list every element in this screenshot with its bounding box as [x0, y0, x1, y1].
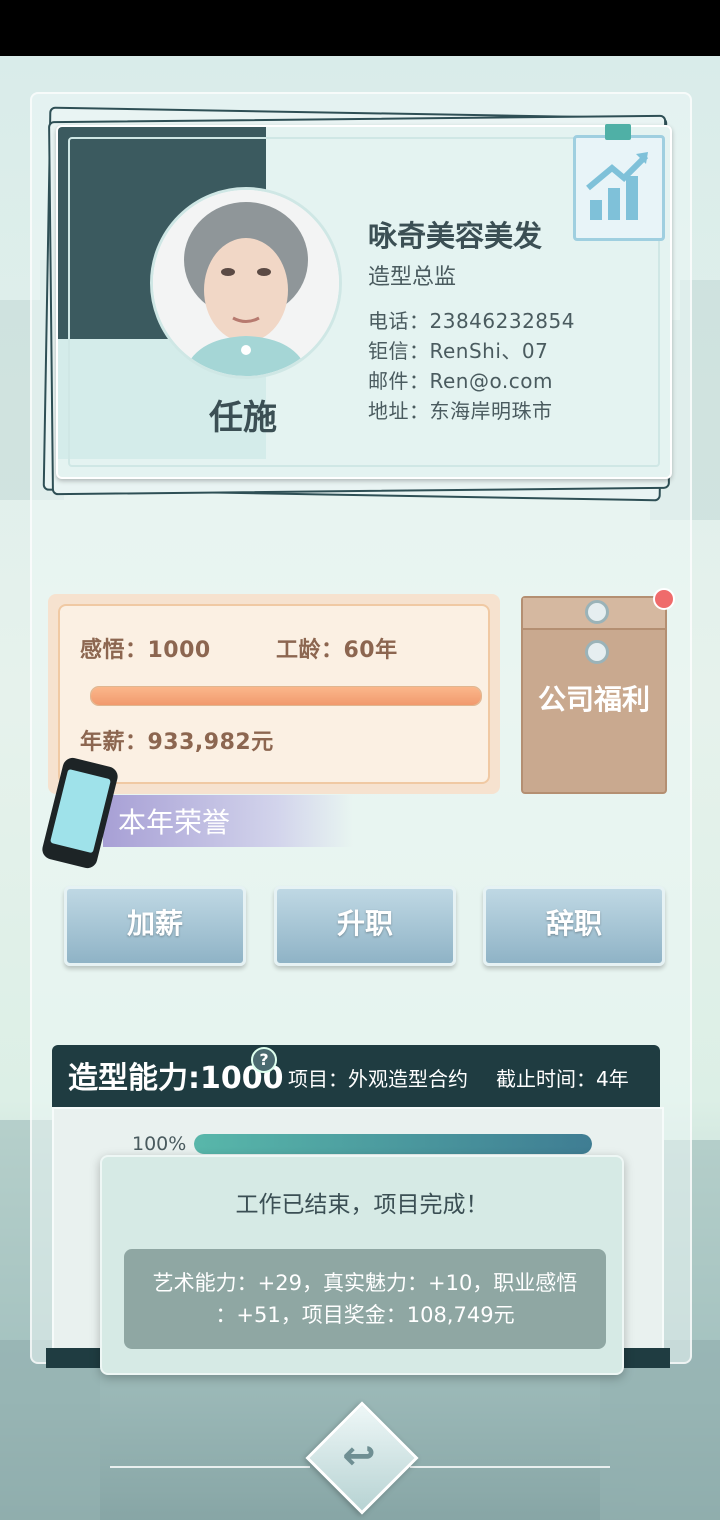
project-deadline: 截止时间：4年	[496, 1067, 629, 1091]
progress-percent: 100%	[132, 1133, 187, 1155]
person-name: 任施	[209, 398, 277, 438]
return-arrow-icon: ↩	[342, 1433, 376, 1479]
decorative-line-right	[410, 1466, 610, 1468]
result-box: 艺术能力：+29，真实魅力：+10，职业感悟 ：+51，项目奖金：108,749…	[124, 1249, 606, 1349]
promote-label: 升职	[336, 907, 393, 940]
avatar[interactable]	[150, 187, 342, 379]
result-popup[interactable]: 工作已结束，项目完成！ 艺术能力：+29，真实魅力：+10，职业感悟 ：+51，…	[100, 1155, 624, 1375]
trending-up-chart-icon	[586, 152, 649, 220]
decorative-line-left	[110, 1466, 310, 1468]
stats-bar-fill	[91, 687, 481, 705]
clipboard-clip	[605, 124, 631, 140]
company-welfare-button[interactable]: 公司福利	[521, 588, 675, 794]
address-info: 地址：东海岸明珠市	[368, 399, 553, 423]
promote-button[interactable]: 升职	[274, 886, 456, 966]
phone-info: 电话：23846232854	[368, 309, 575, 333]
result-line-1: 艺术能力：+29，真实魅力：+10，职业感悟	[152, 1271, 578, 1295]
portrait-icon	[153, 190, 339, 376]
job-title: 造型总监	[368, 265, 457, 290]
resign-button[interactable]: 辞职	[483, 886, 665, 966]
seniority-stat: 工龄：60年	[276, 638, 398, 663]
email-info: 邮件：Ren@o.com	[368, 369, 553, 393]
envelope-knob-top	[585, 600, 609, 624]
annual-honor-label: 本年荣誉	[118, 806, 231, 839]
chat-info: 钜信：RenShi、07	[368, 339, 549, 363]
stats-bar	[90, 686, 482, 706]
raise-salary-label: 加薪	[126, 907, 183, 940]
project-progress-bar	[194, 1134, 592, 1154]
company-welfare-label: 公司福利	[537, 683, 650, 716]
resign-label: 辞职	[545, 907, 602, 940]
help-icon[interactable]: ?	[251, 1047, 277, 1073]
project-progress-fill	[194, 1134, 592, 1154]
result-text: 艺术能力：+29，真实魅力：+10，职业感悟 ：+51，项目奖金：108,749…	[134, 1267, 596, 1331]
phone-icon	[40, 755, 120, 871]
annual-honor-button[interactable]: 本年荣誉	[40, 755, 353, 871]
project-name: 项目：外观造型合约	[288, 1067, 468, 1091]
company-name: 咏奇美容美发	[368, 219, 543, 253]
raise-salary-button[interactable]: 加薪	[64, 886, 246, 966]
status-bar	[0, 0, 720, 56]
chart-button[interactable]	[573, 124, 665, 241]
notification-dot	[653, 588, 675, 610]
project-header: 造型能力:1000 项目：外观造型合约 截止时间：4年	[52, 1045, 660, 1107]
salary-stat: 年薪：933,982元	[80, 730, 274, 755]
envelope-knob-bottom	[585, 640, 609, 664]
insight-stat: 感悟：1000	[80, 638, 211, 663]
popup-title: 工作已结束，项目完成！	[235, 1192, 489, 1218]
result-line-2: ：+51，项目奖金：108,749元	[215, 1303, 515, 1327]
